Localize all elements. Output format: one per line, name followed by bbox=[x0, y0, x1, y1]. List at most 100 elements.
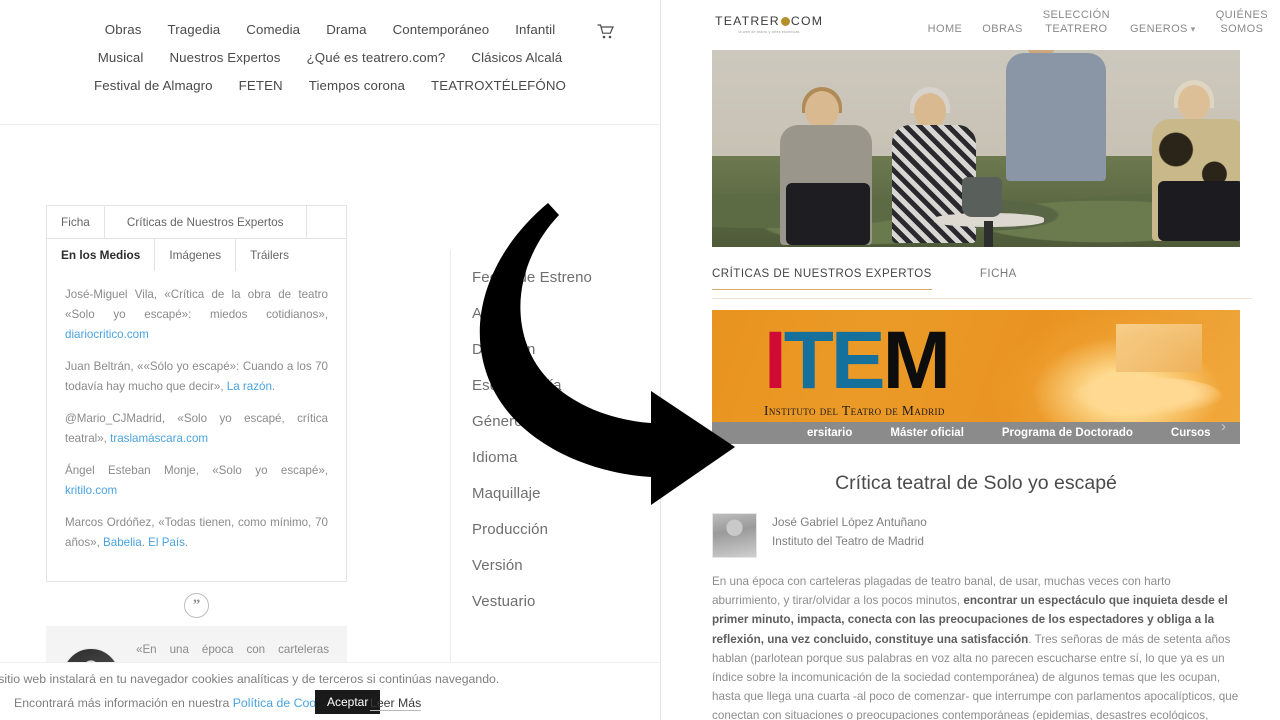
ficha-field-list: Fecha de Estreno Autoría Dirección Escen… bbox=[450, 250, 660, 720]
nav-item-contemporaneo[interactable]: Contemporáneo bbox=[393, 22, 490, 37]
site-logo-text: TEATRER COM bbox=[715, 14, 823, 28]
nav-item-que-es-teatrero[interactable]: ¿Qué es teatrero.com? bbox=[307, 50, 446, 65]
nav-item-drama[interactable]: Drama bbox=[326, 22, 366, 37]
item-sponsor-banner[interactable]: ITEM Instituto del Teatro de Madrid ersi… bbox=[712, 310, 1240, 444]
menu-item-obras[interactable]: OBRAS bbox=[982, 22, 1023, 36]
nav-item-teatroxtelefono[interactable]: TEATROXTÉLEFÓNO bbox=[431, 78, 566, 93]
banner-logo: ITEM Instituto del Teatro de Madrid bbox=[764, 320, 951, 418]
banner-logo-letters: ITEM bbox=[764, 320, 951, 402]
nav-item-obras[interactable]: Obras bbox=[105, 22, 142, 37]
menu-item-home-label: HOME bbox=[927, 23, 963, 35]
banner-nav-programa-doctorado[interactable]: Programa de Doctorado bbox=[1002, 427, 1133, 439]
ficha-field-escenografia[interactable]: Escenografía bbox=[451, 358, 660, 394]
media-list-item: Ángel Esteban Monje, «Solo yo escapé», k… bbox=[65, 461, 328, 501]
photo-actress-4 bbox=[1144, 80, 1240, 241]
banner-navbar: ersitario Máster oficial Programa de Doc… bbox=[712, 422, 1240, 444]
media-item-link[interactable]: kritilo.com bbox=[65, 484, 117, 497]
nav-item-festival-almagro[interactable]: Festival de Almagro bbox=[94, 78, 213, 93]
media-item-text: Juan Beltrán, ««Sólo yo escapé»: Cuando … bbox=[65, 360, 328, 393]
author-name: José Gabriel López Antuñano bbox=[772, 515, 927, 529]
media-list-item: Juan Beltrán, ««Sólo yo escapé»: Cuando … bbox=[65, 357, 328, 397]
banner-nav-master-oficial[interactable]: Máster oficial bbox=[890, 427, 964, 439]
chevron-down-icon: ▾ bbox=[1190, 24, 1196, 34]
ficha-field-maquillaje[interactable]: Maquillaje bbox=[451, 466, 660, 502]
logo-dot-icon bbox=[780, 17, 790, 27]
photo-kettle bbox=[962, 177, 1002, 217]
photo-actress-3-standing bbox=[1002, 50, 1112, 217]
photo-table-stem bbox=[984, 221, 993, 247]
ficha-field-autoria[interactable]: Autoría bbox=[451, 286, 660, 322]
banner-nav-grado-universitario[interactable]: ersitario bbox=[807, 427, 852, 439]
hero-production-photo bbox=[712, 50, 1240, 247]
tab-en-los-medios[interactable]: En los Medios bbox=[47, 239, 156, 271]
nav-item-nuestros-expertos[interactable]: Nuestros Expertos bbox=[169, 50, 280, 65]
ficha-field-genero[interactable]: Género bbox=[451, 394, 660, 430]
cookie-text-pre: Encontrará más información en nuestra bbox=[14, 696, 233, 710]
nav-item-musical[interactable]: Musical bbox=[98, 50, 144, 65]
media-item-link-2[interactable]: El País bbox=[148, 536, 185, 549]
tab-imagenes[interactable]: Imágenes bbox=[155, 239, 237, 271]
cookie-consent-bar: e sitio web instalará en tu navegador co… bbox=[0, 662, 660, 720]
banner-logo-m: M bbox=[882, 315, 951, 406]
ficha-field-idioma[interactable]: Idioma bbox=[451, 430, 660, 466]
ficha-field-vestuario[interactable]: Vestuario bbox=[451, 574, 660, 610]
menu-item-seleccion-label: TEATRERO bbox=[1045, 23, 1108, 35]
site-logo-tagline: la web de teatro y artes escénicas bbox=[738, 30, 800, 34]
tab-ficha-right[interactable]: FICHA bbox=[980, 268, 1017, 290]
media-item-link[interactable]: diariocritico.com bbox=[65, 328, 149, 341]
cookie-read-more-link[interactable]: Leer Más bbox=[370, 696, 422, 711]
media-item-link[interactable]: La razón bbox=[227, 380, 272, 393]
tab-criticas-expertos[interactable]: Críticas de Nuestros Expertos bbox=[104, 206, 307, 238]
media-list-item: @Mario_CJMadrid, «Solo yo escapé, crític… bbox=[65, 409, 328, 449]
tab-row-primary: Ficha Críticas de Nuestros Expertos bbox=[47, 206, 346, 239]
site-logo[interactable]: TEATRER COM la web de teatro y artes escé… bbox=[715, 14, 823, 35]
left-content-body: Ficha Críticas de Nuestros Expertos En l… bbox=[0, 125, 660, 720]
banner-nav-cursos[interactable]: Cursos bbox=[1171, 427, 1211, 439]
nav-item-clasicos-alcala[interactable]: Clásicos Alcalá bbox=[471, 50, 562, 65]
media-item-text: José-Miguel Vila, «Crítica de la obra de… bbox=[65, 288, 328, 321]
menu-item-generos-label: GENEROS ▾ bbox=[1130, 22, 1196, 36]
ficha-field-version[interactable]: Versión bbox=[451, 538, 660, 574]
banner-stage-floor bbox=[1072, 378, 1222, 414]
ficha-field-fecha-estreno[interactable]: Fecha de Estreno bbox=[451, 250, 660, 286]
media-item-text: Ángel Esteban Monje, «Solo yo escapé», bbox=[65, 464, 328, 477]
media-panel: Ficha Críticas de Nuestros Expertos En l… bbox=[46, 205, 347, 720]
nav-item-infantil[interactable]: Infantil bbox=[515, 22, 555, 37]
menu-item-seleccion-teatrero[interactable]: SELECCIÓN TEATRERO bbox=[1043, 8, 1110, 36]
media-item-link[interactable]: Babelia bbox=[103, 536, 142, 549]
ficha-field-produccion[interactable]: Producción bbox=[451, 502, 660, 538]
ficha-field-direccion[interactable]: Dirección bbox=[451, 322, 660, 358]
tab-ficha[interactable]: Ficha bbox=[47, 206, 105, 238]
nav-item-feten[interactable]: FETEN bbox=[239, 78, 283, 93]
tabs-divider bbox=[712, 298, 1252, 299]
media-item-link[interactable]: traslamáscara.com bbox=[110, 432, 208, 445]
nav-item-comedia[interactable]: Comedia bbox=[246, 22, 300, 37]
article-body: En una época con carteleras plagadas de … bbox=[712, 572, 1240, 720]
menu-item-generos[interactable]: GENEROS ▾ bbox=[1130, 22, 1196, 36]
menu-item-obras-label: OBRAS bbox=[982, 23, 1023, 35]
carousel-next-icon[interactable]: › bbox=[1221, 418, 1226, 435]
author-avatar bbox=[712, 513, 757, 558]
right-panel-tabs-inner: CRÍTICAS DE NUESTROS EXPERTOS FICHA bbox=[712, 268, 1017, 290]
photo-actress-1 bbox=[772, 87, 880, 245]
tab-trailers[interactable]: Tráilers bbox=[236, 239, 304, 271]
article-paragraph-1: En una época con carteleras plagadas de … bbox=[712, 572, 1240, 720]
cart-icon[interactable] bbox=[597, 24, 614, 39]
menu-item-home[interactable]: HOME bbox=[928, 22, 963, 36]
nav-item-tragedia[interactable]: Tragedia bbox=[167, 22, 220, 37]
nav-row-2: Musical Nuestros Expertos ¿Qué es teatre… bbox=[0, 37, 660, 65]
author-organization: Instituto del Teatro de Madrid bbox=[772, 534, 924, 548]
article-author: José Gabriel López Antuñano Instituto de… bbox=[712, 513, 927, 558]
banner-logo-i: I bbox=[764, 315, 787, 406]
media-list-item: Marcos Ordóñez, «Todas tienen, como míni… bbox=[65, 516, 328, 549]
menu-item-generos-text: GENEROS bbox=[1129, 23, 1188, 35]
nav-item-tiempos-corona[interactable]: Tiempos corona bbox=[309, 78, 405, 93]
right-site-header: TEATRER COM la web de teatro y artes escé… bbox=[661, 0, 1280, 50]
cookie-text-line1: e sitio web instalará en tu navegador co… bbox=[0, 672, 500, 686]
tab-criticas-nuestros-expertos[interactable]: CRÍTICAS DE NUESTROS EXPERTOS bbox=[712, 268, 932, 290]
menu-item-quienes-somos[interactable]: QUIÉNES SOMOS bbox=[1216, 8, 1268, 36]
media-item-text-after: . bbox=[271, 380, 276, 393]
media-list: José-Miguel Vila, «Crítica de la obra de… bbox=[47, 271, 346, 581]
menu-item-quienes-line1: QUIÉNES bbox=[1215, 9, 1268, 21]
banner-logo-te: TE bbox=[783, 315, 886, 406]
